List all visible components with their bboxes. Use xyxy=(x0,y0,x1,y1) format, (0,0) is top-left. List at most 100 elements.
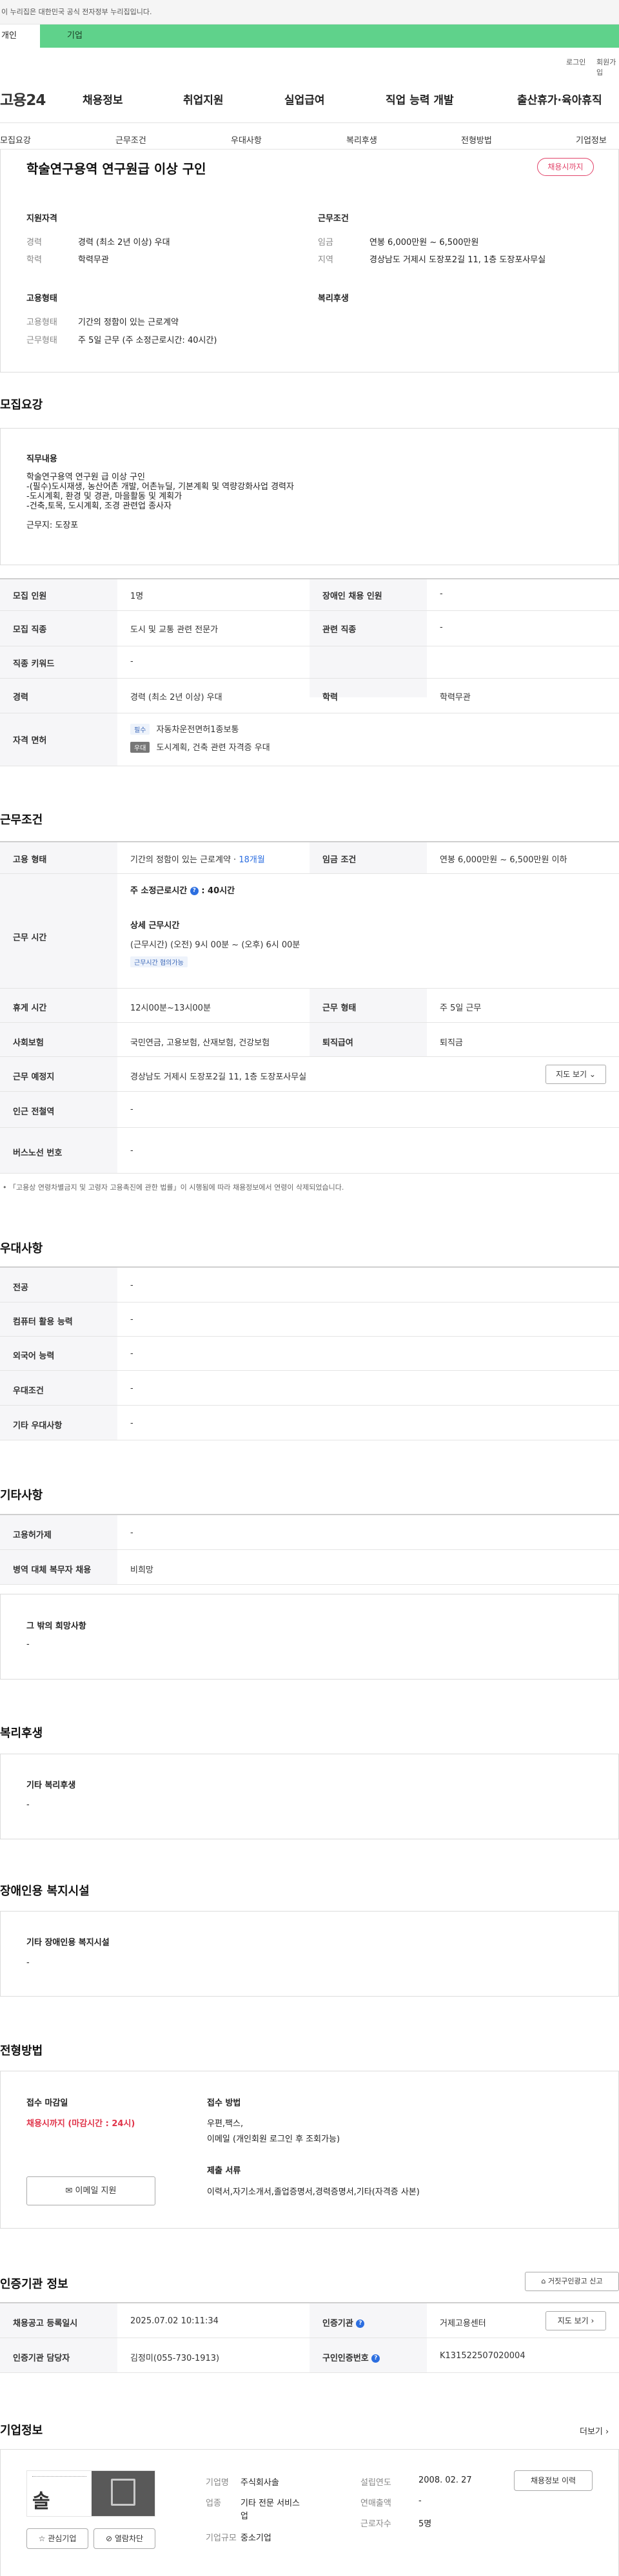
logo-mark xyxy=(111,2479,135,2506)
agency-map-label: 지도 보기 xyxy=(557,2316,589,2325)
region-value: 경상남도 거제시 도장포2길 11, 1층 도장포사무실 xyxy=(369,255,546,265)
th-reg-date: 채용공고 등록일시 xyxy=(13,2319,78,2329)
deadline-heading: 접수 마감일 xyxy=(26,2098,68,2108)
hire-history-button[interactable]: 채용정보 이력 xyxy=(514,2470,593,2491)
weekly-hours-value: : 40시간 xyxy=(201,886,235,896)
docs-value: 이력서,자기소개서,졸업증명서,경력증명서,기타(자격증 사본) xyxy=(207,2187,420,2197)
edu-value: 학력무관 xyxy=(78,255,109,265)
company-name-value: 주식회사솔 xyxy=(241,2478,279,2488)
company-logo-left: 솔 xyxy=(27,2471,92,2516)
company-logo: 솔 xyxy=(26,2470,155,2517)
welfare-other-heading: 기타 복리후생 xyxy=(26,1781,76,1790)
th-break: 휴게 시간 xyxy=(13,1003,47,1013)
license-required: 필수 자동차운전면허1종보통 xyxy=(130,722,239,735)
employee-count-label: 근로자수 xyxy=(360,2519,391,2529)
th-permit: 고용허가제 xyxy=(13,1531,52,1540)
contract-period: 18개월 xyxy=(239,855,265,865)
td-manager: 김정미(055-730-1913) xyxy=(130,2354,220,2363)
td-workplace: 경상남도 거제시 도장포2길 11, 1층 도장포사무실 xyxy=(130,1072,307,1082)
subnav-welfare[interactable]: 복리후생 xyxy=(346,133,377,146)
favorite-company-button[interactable]: ☆ 관심기업 xyxy=(26,2528,88,2549)
row-divider xyxy=(0,1022,619,1023)
td-recruit-count: 1명 xyxy=(130,592,144,601)
td-occupation: 도시 및 교통 관련 전문가 xyxy=(130,625,219,635)
company-size-label: 기업규모 xyxy=(206,2533,237,2543)
hope-value: - xyxy=(26,1640,30,1649)
flex-hours-tag: 근무시간 협의가능 xyxy=(130,956,188,967)
license-preferred: 우대 도시계획, 건축 관련 자격증 우대 xyxy=(130,741,270,753)
th-cert-no-label: 구인인증번호 xyxy=(322,2354,369,2363)
th-wage: 임금 조건 xyxy=(322,855,357,865)
duty-card: 직무내용 학술연구용역 연구원 급 이상 구인 -(필수)도시재생, 농산어촌 … xyxy=(0,428,619,565)
edu-label: 학력 xyxy=(26,255,42,265)
employment-type-text: 기간의 정함이 있는 근로계약 · xyxy=(130,855,239,865)
th-work-hours: 근무 시간 xyxy=(13,933,47,943)
gnb-employment-support[interactable]: 취업지원 xyxy=(183,91,224,107)
section-title-etc: 기타사항 xyxy=(0,1489,43,1502)
site-logo[interactable]: 고용24 xyxy=(0,88,46,110)
gnb-parental-leave[interactable]: 출산휴가·육아휴직 xyxy=(517,91,602,107)
info-icon[interactable]: ? xyxy=(356,2319,365,2328)
th-military: 병역 대체 복무자 채용 xyxy=(13,1565,92,1575)
login-link[interactable]: 로그인 xyxy=(566,57,585,67)
gnb-unemployment-benefit[interactable]: 실업급여 xyxy=(284,91,325,107)
th-education: 학력 xyxy=(322,693,338,702)
status-badge: 채용시까지 xyxy=(537,158,594,176)
duty-line: -건축,토목, 도시계획, 조경 관련업 종사자 xyxy=(26,501,172,511)
job-summary-card: 학술연구용역 연구원급 이상 구인 채용시까지 지원자격 경력 경력 (최소 2… xyxy=(0,150,619,373)
row-divider xyxy=(0,678,619,679)
td-pref-condition: - xyxy=(130,1384,133,1393)
industry-value-2: 업 xyxy=(241,2512,248,2521)
subnav-recruit[interactable]: 모집요강 xyxy=(0,133,31,146)
duty-heading: 직무내용 xyxy=(26,454,57,464)
row-divider xyxy=(0,1370,619,1371)
gnb-jobs[interactable]: 채용정보 xyxy=(83,91,123,107)
th-pref-other: 기타 우대사항 xyxy=(13,1421,63,1431)
info-icon[interactable]: ? xyxy=(371,2354,380,2363)
email-apply-button[interactable]: ✉ 이메일 지원 xyxy=(26,2176,155,2205)
subnav-preference[interactable]: 우대사항 xyxy=(231,133,262,146)
td-subway: - xyxy=(130,1105,133,1114)
star-icon: ☆ xyxy=(38,2534,46,2543)
duty-text: 학술연구용역 연구원 급 이상 구인 -(필수)도시재생, 농산어촌 개발, 어… xyxy=(26,472,294,530)
exp-label: 경력 xyxy=(26,238,42,247)
tab-company[interactable]: 기업 xyxy=(40,24,619,48)
wage-label: 임금 xyxy=(318,238,333,247)
agency-map-button[interactable]: 지도 보기 › xyxy=(545,2311,606,2330)
weekly-hours: 주 소정근로시간 ? : 40시간 xyxy=(130,884,235,896)
subnav-work[interactable]: 근무조건 xyxy=(115,133,146,146)
th-agency: 인증기관 ? xyxy=(322,2316,365,2329)
th-employment-type: 고용 형태 xyxy=(13,855,47,865)
row-divider xyxy=(0,873,619,874)
hope-card: 그 밖의 희망사항 - xyxy=(0,1594,619,1680)
report-fake-ad-button[interactable]: ⌂ 거짓구인광고 신고 xyxy=(525,2272,619,2291)
td-wage: 연봉 6,000만원 ~ 6,500만원 이하 xyxy=(440,855,567,865)
td-insurance: 국민연금, 고용보험, 산재보험, 건강보험 xyxy=(130,1038,270,1048)
hope-heading: 그 밖의 희망사항 xyxy=(26,1622,86,1631)
disability-other-heading: 기타 장애인용 복지시설 xyxy=(26,1938,110,1948)
signup-link[interactable]: 회원가입 xyxy=(596,57,619,77)
qual-heading: 지원자격 xyxy=(26,214,57,224)
tag-required: 필수 xyxy=(130,724,150,735)
company-more-link[interactable]: 더보기 › xyxy=(580,2425,609,2437)
company-logo-right xyxy=(92,2471,155,2516)
th-related-occupation: 관련 직종 xyxy=(322,625,357,635)
th-license: 자격 면허 xyxy=(13,736,47,746)
gnb-vocational-training[interactable]: 직업 능력 개발 xyxy=(386,91,454,107)
detail-hours-heading: 상세 근무시간 xyxy=(130,921,180,931)
subnav-process[interactable]: 전형방법 xyxy=(461,133,492,146)
map-button[interactable]: 지도 보기 ⌄ xyxy=(545,1065,606,1084)
wage-value: 연봉 6,000만원 ~ 6,500만원 xyxy=(369,238,479,247)
subnav-company[interactable]: 기업정보 xyxy=(576,133,607,146)
block-view-button[interactable]: ⊘ 열람차단 xyxy=(93,2528,155,2549)
th-insurance: 사회보험 xyxy=(13,1038,44,1048)
section-title-company: 기업정보 xyxy=(0,2424,43,2437)
row-divider xyxy=(0,2372,619,2373)
welfare-card: 기타 복리후생 - xyxy=(0,1754,619,1839)
flex-tag-wrap: 근무시간 협의가능 xyxy=(130,956,188,967)
info-icon[interactable]: ? xyxy=(190,887,199,895)
th-manager: 인증기관 담당자 xyxy=(13,2354,70,2363)
tab-personal[interactable]: 개인 xyxy=(0,24,40,48)
block-label: 열람차단 xyxy=(114,2534,144,2543)
tag-preferred: 우대 xyxy=(130,742,150,753)
